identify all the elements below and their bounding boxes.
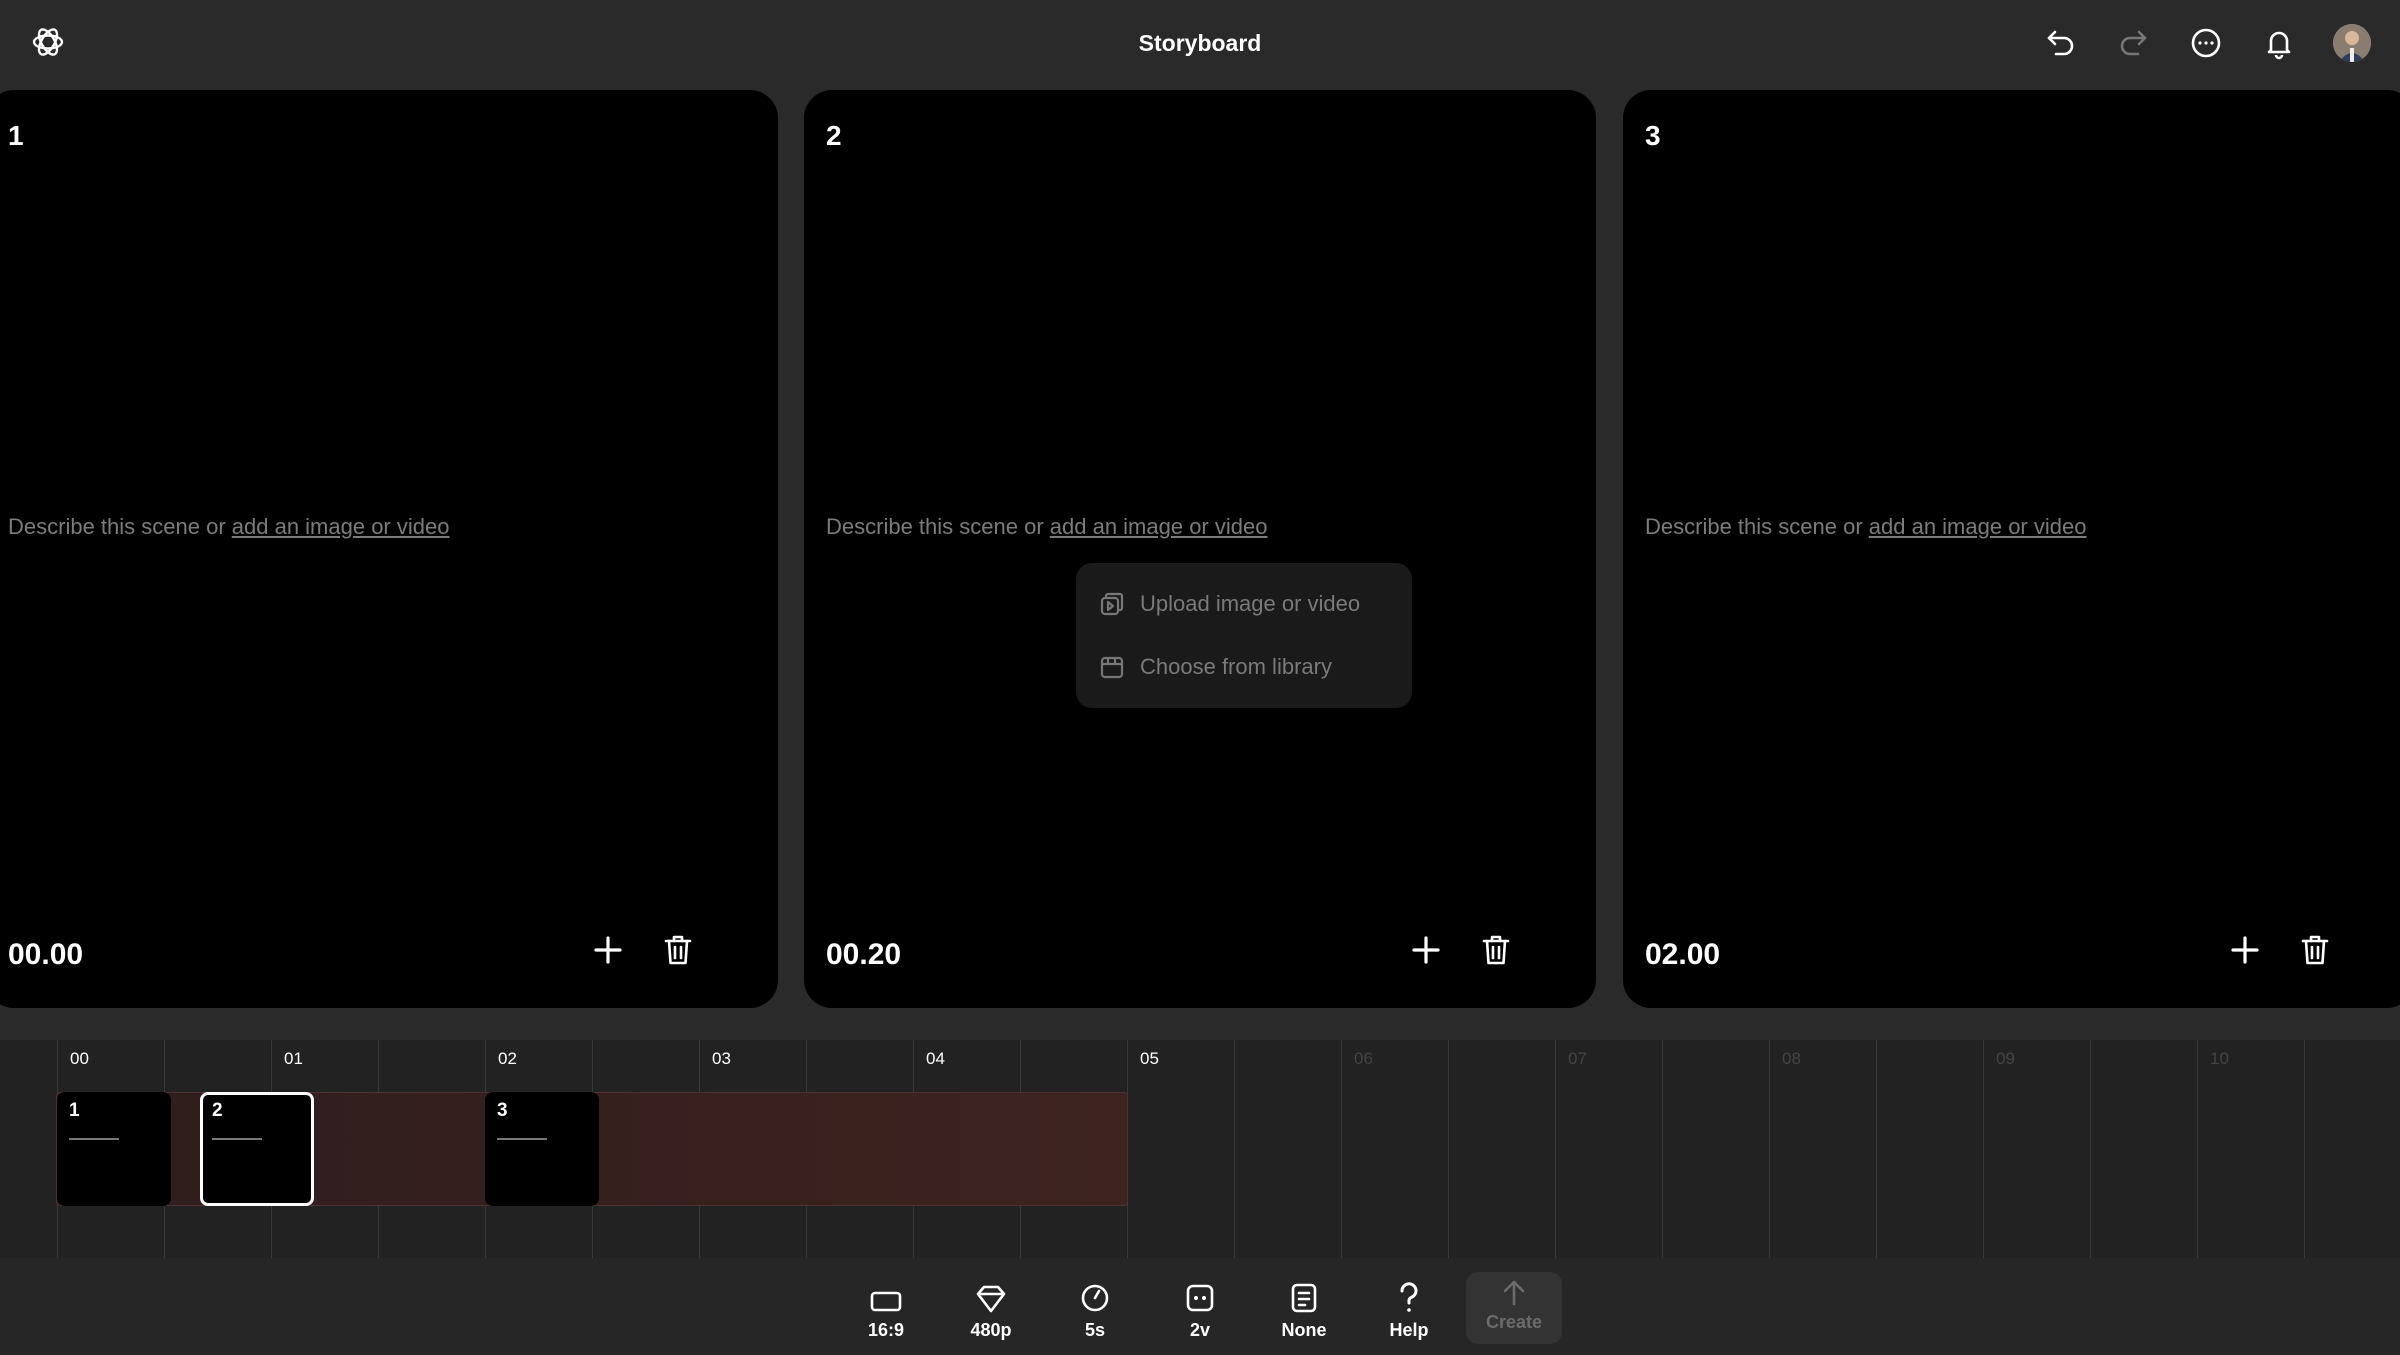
timeline-clip-2[interactable]: 2: [200, 1092, 314, 1206]
delete-scene-button[interactable]: [1474, 928, 1518, 972]
timeline[interactable]: 00 01 02 03 04 05 06 07 08 09 10 1 2 3: [0, 1040, 2400, 1258]
aspect-ratio-label: 16:9: [867, 1320, 905, 1340]
tick-label: 10: [2210, 1049, 2229, 1068]
scene-card-2[interactable]: 2 Describe this scene or add an image or…: [804, 90, 1596, 1008]
redo-icon[interactable]: [2112, 22, 2154, 64]
library-icon: [1100, 656, 1124, 679]
tick-label: 00: [70, 1049, 89, 1068]
tick-label: 03: [712, 1049, 731, 1068]
diamond-icon: [976, 1285, 1006, 1313]
scene-card-3[interactable]: 3 Describe this scene or add an image or…: [1623, 90, 2400, 1008]
user-avatar[interactable]: [2333, 24, 2371, 62]
arrow-up-icon: [1503, 1280, 1525, 1306]
resolution-button[interactable]: 480p: [943, 1266, 1039, 1350]
duration-button[interactable]: 5s: [1047, 1266, 1143, 1350]
tick-minor: [1448, 1040, 1449, 1258]
scene-time: 00.00: [8, 938, 84, 971]
scene-number: 3: [1645, 120, 1661, 151]
scene-prompt-text: Describe this scene or: [826, 514, 1050, 539]
tick-label: 02: [498, 1049, 517, 1068]
tick-label: 07: [1568, 1049, 1587, 1068]
create-label: Create: [1485, 1312, 1543, 1332]
variations-button[interactable]: 2v: [1152, 1266, 1248, 1350]
tick-minor: [1876, 1040, 1877, 1258]
tick-minor: [2090, 1040, 2091, 1258]
tick-minor: [1234, 1040, 1235, 1258]
clip-placeholder-line: [69, 1138, 119, 1140]
bell-icon[interactable]: [2258, 22, 2300, 64]
tick-label: 09: [1996, 1049, 2015, 1068]
help-button[interactable]: Help: [1361, 1266, 1457, 1350]
aspect-ratio-button[interactable]: 16:9: [838, 1266, 934, 1350]
tick-label: 01: [284, 1049, 303, 1068]
delete-scene-button[interactable]: [656, 928, 700, 972]
clip-placeholder-line: [497, 1138, 547, 1140]
clip-number: 2: [212, 1100, 223, 1121]
scene-prompt-text: Describe this scene or: [1645, 514, 1869, 539]
preset-button[interactable]: None: [1256, 1266, 1352, 1350]
tick-minor: [1662, 1040, 1663, 1258]
preset-label: None: [1281, 1320, 1327, 1340]
tick-major: [1769, 1040, 1770, 1258]
create-button[interactable]: Create: [1466, 1272, 1562, 1344]
tick-label: 06: [1354, 1049, 1373, 1068]
scene-time: 02.00: [1645, 938, 1721, 971]
more-icon[interactable]: [2185, 22, 2227, 64]
scene-card-1[interactable]: 1 Describe this scene or add an image or…: [0, 90, 778, 1008]
upload-menu-item[interactable]: Upload image or video: [1098, 584, 1360, 624]
timeline-clip-3[interactable]: 3: [485, 1092, 599, 1206]
add-media-link[interactable]: add an image or video: [1050, 514, 1268, 539]
library-menu-item[interactable]: Choose from library: [1098, 647, 1332, 687]
tick-major: [2197, 1040, 2198, 1258]
clip-placeholder-line: [212, 1138, 262, 1140]
variations-label: 2v: [1189, 1320, 1211, 1340]
add-media-menu: Upload image or video Choose from librar…: [1076, 563, 1412, 708]
delete-scene-button[interactable]: [2293, 928, 2337, 972]
scene-prompt[interactable]: Describe this scene or add an image or v…: [826, 514, 1267, 540]
variations-icon: [1186, 1284, 1214, 1312]
scene-number: 2: [826, 120, 842, 151]
help-label: Help: [1389, 1320, 1429, 1340]
scene-time: 00.20: [826, 938, 902, 971]
tick-label: 05: [1140, 1049, 1159, 1068]
clock-icon: [1081, 1284, 1109, 1312]
clip-number: 3: [497, 1100, 508, 1121]
library-menu-label: Choose from library: [1140, 654, 1332, 679]
tick-label: 08: [1782, 1049, 1801, 1068]
tick-label: 04: [926, 1049, 945, 1068]
duration-label: 5s: [1084, 1320, 1106, 1340]
scene-prompt-text: Describe this scene or: [8, 514, 232, 539]
add-media-link[interactable]: add an image or video: [232, 514, 450, 539]
tick-major: [1555, 1040, 1556, 1258]
aspect-ratio-icon: [870, 1291, 902, 1312]
add-media-link[interactable]: add an image or video: [1869, 514, 2087, 539]
undo-icon[interactable]: [2040, 22, 2082, 64]
add-scene-button[interactable]: [2223, 928, 2267, 972]
scene-prompt[interactable]: Describe this scene or add an image or v…: [1645, 514, 2086, 540]
help-icon: [1400, 1282, 1418, 1312]
upload-menu-label: Upload image or video: [1140, 591, 1361, 616]
add-scene-button[interactable]: [586, 928, 630, 972]
upload-media-icon: [1100, 592, 1124, 616]
tick-minor: [2304, 1040, 2305, 1258]
scene-prompt[interactable]: Describe this scene or add an image or v…: [8, 514, 449, 540]
tick-major: [1341, 1040, 1342, 1258]
tick-major: [1983, 1040, 1984, 1258]
bottom-toolbar: 16:9 480p 5s 2v None Help Create: [0, 1258, 2400, 1355]
scene-number: 1: [8, 120, 24, 151]
add-scene-button[interactable]: [1404, 928, 1448, 972]
timeline-clip-1[interactable]: 1: [57, 1092, 171, 1206]
preset-icon: [1291, 1283, 1317, 1313]
clip-number: 1: [69, 1100, 80, 1121]
top-bar: Storyboard: [0, 0, 2400, 88]
resolution-label: 480p: [970, 1320, 1012, 1340]
